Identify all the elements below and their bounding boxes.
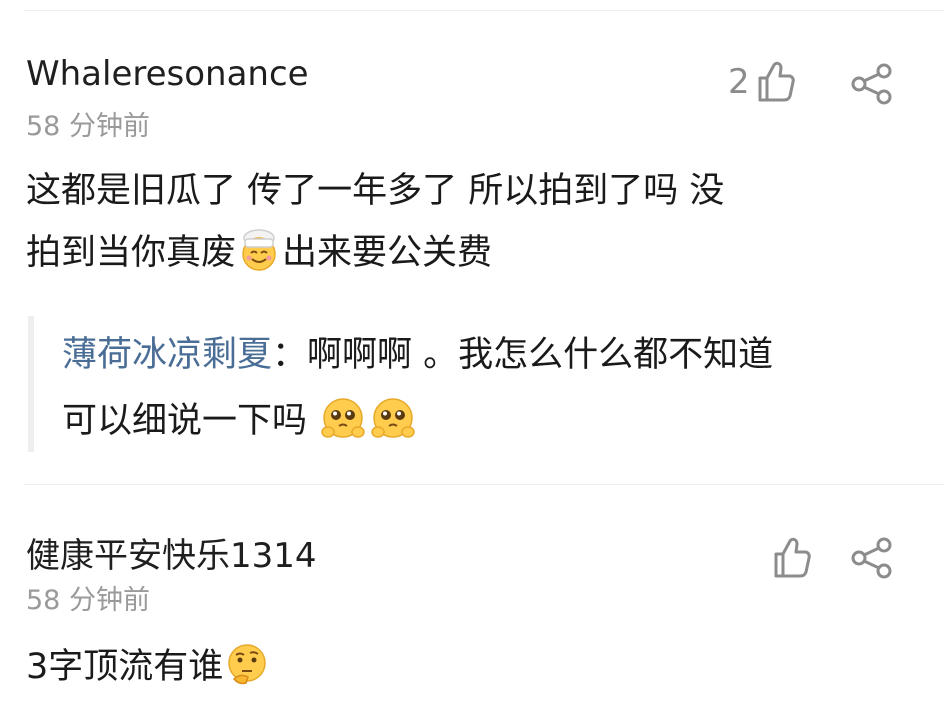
reply-content: 可以细说一下吗 xyxy=(62,401,319,441)
like-button[interactable]: 2 xyxy=(728,60,796,104)
comment-text-line: 拍到当你真废 出来要公关费 xyxy=(26,222,926,284)
top-divider xyxy=(24,10,944,11)
reply-text: 薄荷冰凉剩夏：啊啊啊 。我怎么什么都不知道 可以细说一下吗 xyxy=(62,322,773,454)
comment-text-line: 这都是旧瓜了 传了一年多了 所以拍到了吗 没 xyxy=(26,171,725,211)
reply-line: 可以细说一下吗 xyxy=(62,388,773,454)
like-count: 2 xyxy=(728,62,750,102)
comment-username[interactable]: Whaleresonance xyxy=(26,54,309,94)
reply-username[interactable]: 薄荷冰凉剩夏 xyxy=(62,335,272,375)
reply-separator: ： xyxy=(272,335,308,375)
chef-smile-emoji-icon xyxy=(242,229,276,271)
comment-text: 这都是旧瓜了 传了一年多了 所以拍到了吗 没 拍到当你真废 出来要公关费 xyxy=(26,160,926,284)
thinking-face-emoji-icon xyxy=(228,644,267,685)
comment-text-segment: 拍到当你真废 xyxy=(26,233,237,273)
reply-content: 啊啊啊 。我怎么什么都不知道 xyxy=(307,335,774,375)
thumbs-up-icon xyxy=(758,61,795,102)
pleading-face-emoji-icon xyxy=(371,398,415,438)
comment-text-segment: 出来要公关费 xyxy=(282,233,493,273)
comment-text-segment: 3字顶流有谁 xyxy=(26,647,224,687)
thumbs-up-icon xyxy=(774,537,811,578)
reply-line: 薄荷冰凉剩夏：啊啊啊 。我怎么什么都不知道 xyxy=(62,322,773,388)
like-button[interactable] xyxy=(766,536,812,580)
comment-text: 3字顶流有谁 xyxy=(26,636,926,698)
pleading-face-emoji-icon xyxy=(321,398,365,438)
comment-timestamp: 58 分钟前 xyxy=(26,111,150,142)
share-icon[interactable] xyxy=(850,62,894,106)
share-icon[interactable] xyxy=(850,536,894,580)
comment-timestamp: 58 分钟前 xyxy=(26,585,150,616)
reply-preview[interactable]: 薄荷冰凉剩夏：啊啊啊 。我怎么什么都不知道 可以细说一下吗 xyxy=(28,316,934,452)
comment-divider xyxy=(24,484,944,485)
comment-username[interactable]: 健康平安快乐1314 xyxy=(26,528,317,577)
